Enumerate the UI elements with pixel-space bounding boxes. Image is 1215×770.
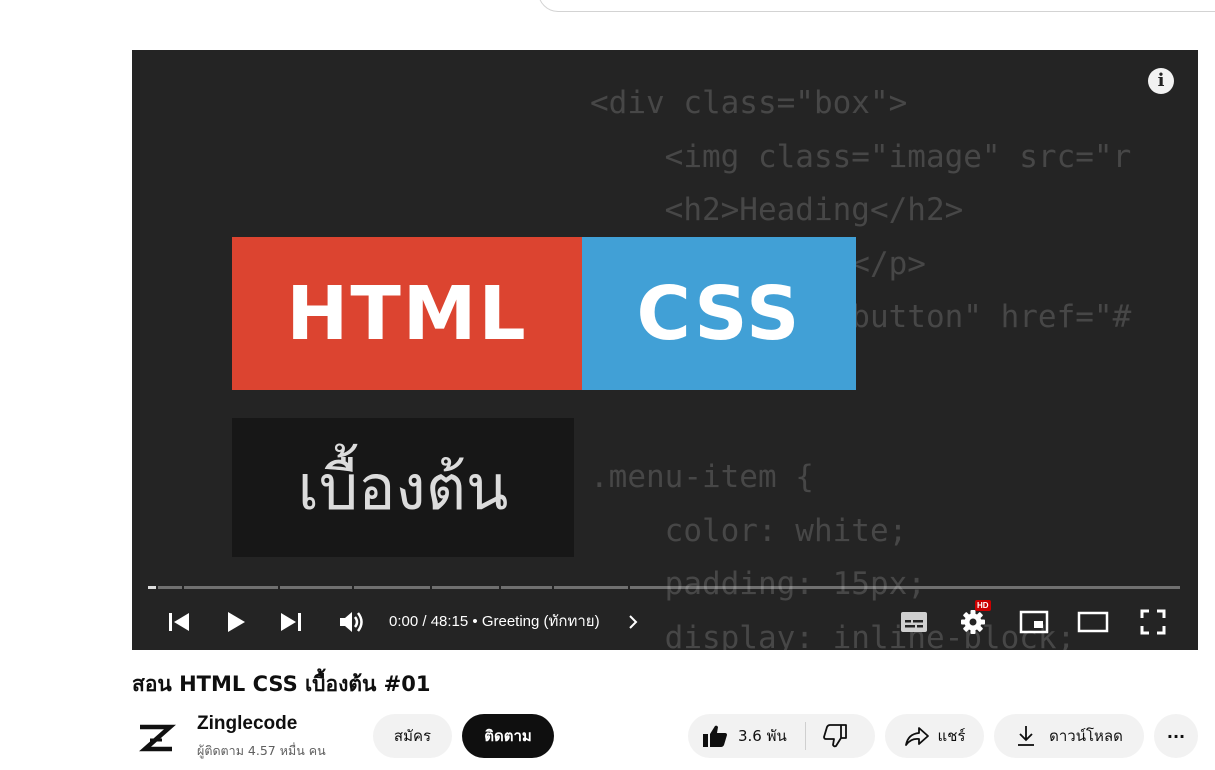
thumbnail-css-label: CSS xyxy=(582,237,856,390)
chapter-segment[interactable] xyxy=(157,586,182,589)
fullscreen-icon[interactable] xyxy=(1138,602,1168,642)
like-button[interactable]: 3.6 พัน xyxy=(688,724,787,748)
search-bar[interactable] xyxy=(538,0,1215,12)
settings-gear-icon[interactable]: HD xyxy=(958,600,991,642)
time-text: 0:00 / 48:15 xyxy=(389,613,469,630)
chevron-right-icon[interactable] xyxy=(626,602,640,642)
download-icon xyxy=(1018,726,1035,746)
like-dislike-group: 3.6 พัน xyxy=(688,714,875,758)
zinglecode-logo-icon xyxy=(139,724,176,752)
download-button[interactable]: ดาวน์โหลด xyxy=(994,714,1144,758)
play-icon[interactable] xyxy=(223,602,249,642)
theater-mode-icon[interactable] xyxy=(1075,602,1111,642)
chapter-segment[interactable] xyxy=(183,586,278,589)
subtitles-icon[interactable] xyxy=(898,602,930,642)
thumbs-up-icon xyxy=(703,725,727,747)
next-icon[interactable] xyxy=(278,602,304,642)
chapter-segment[interactable] xyxy=(630,586,1180,589)
share-button[interactable]: แชร์ xyxy=(885,714,984,758)
thumbnail-html-label: HTML xyxy=(232,237,582,390)
hd-badge: HD xyxy=(975,600,991,611)
thumbs-down-icon xyxy=(822,724,847,748)
share-label: แชร์ xyxy=(937,727,966,745)
video-title: สอน HTML CSS เบื้องต้น #01 xyxy=(132,672,431,696)
chapter-segment[interactable] xyxy=(431,586,500,589)
thumbnail-beginner-label: เบื้องต้น xyxy=(232,418,574,557)
progress-bar[interactable] xyxy=(148,586,1182,589)
channel-name[interactable]: Zinglecode xyxy=(197,713,297,735)
info-icon[interactable]: i xyxy=(1148,68,1174,94)
miniplayer-icon[interactable] xyxy=(1017,602,1051,642)
chapter-title-button[interactable]: Greeting (ทักทาย) xyxy=(482,613,600,630)
more-actions-button[interactable]: ··· xyxy=(1154,714,1198,758)
player-controls: 0:00 / 48:15 • Greeting (ทักทาย) HD xyxy=(132,600,1198,642)
subscribe-button[interactable]: ติดตาม xyxy=(462,714,554,758)
volume-icon[interactable] xyxy=(337,602,367,642)
time-display: 0:00 / 48:15 • Greeting (ทักทาย) xyxy=(389,602,600,642)
like-count: 3.6 พัน xyxy=(738,727,787,745)
channel-avatar[interactable] xyxy=(132,714,180,762)
chapter-segment[interactable] xyxy=(148,586,156,589)
chapter-separator: • xyxy=(472,613,482,630)
join-button[interactable]: สมัคร xyxy=(373,714,452,758)
chapter-segment[interactable] xyxy=(280,586,353,589)
previous-icon[interactable] xyxy=(166,602,192,642)
share-arrow-icon xyxy=(904,727,929,746)
chapter-segment[interactable] xyxy=(354,586,430,589)
subscriber-count: ผู้ติดตาม 4.57 หมื่น คน xyxy=(197,743,326,758)
video-player[interactable]: <div class="box"> <img class="image" src… xyxy=(132,50,1198,650)
chapter-segment[interactable] xyxy=(553,586,629,589)
chapter-segment[interactable] xyxy=(501,586,552,589)
download-label: ดาวน์โหลด xyxy=(1049,727,1123,745)
dislike-button[interactable] xyxy=(806,724,848,748)
